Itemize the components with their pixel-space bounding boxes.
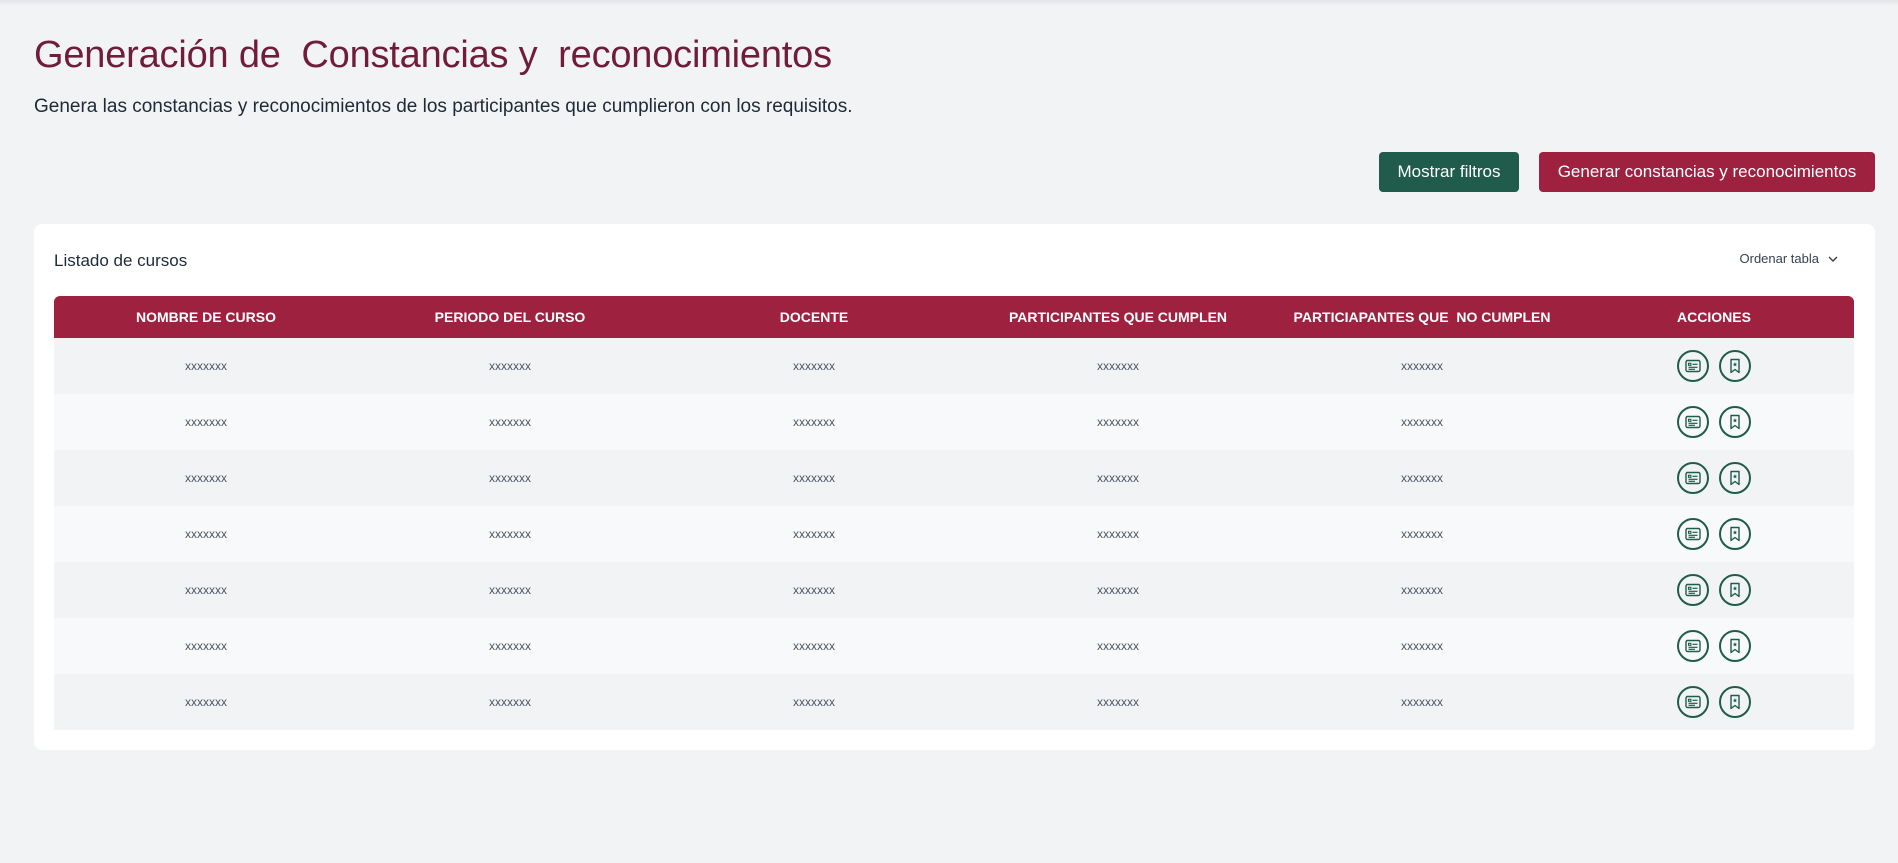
col-teacher-header: DOCENTE [779,309,849,325]
sort-table-dropdown[interactable]: Ordenar tabla [1740,251,1840,266]
row-actions [1574,462,1854,494]
col-course-name-cell: xxxxxxx [185,527,227,541]
col-course-period-cell: xxxxxxx [489,359,531,373]
col-course-period-cell: xxxxxxx [489,415,531,429]
bookmark-icon [1730,414,1740,430]
col-participants-not-meet-cell: xxxxxxx [1401,583,1443,597]
row-actions [1574,350,1854,382]
courses-card: Listado de cursos Ordenar tabla NOMBRE D… [34,224,1875,750]
col-participants-meet-cell: xxxxxxx [1097,639,1139,653]
col-participants-not-meet-cell: xxxxxxx [1401,527,1443,541]
col-teacher-cell: xxxxxxx [793,639,835,653]
generate-certificate-button[interactable] [1677,350,1709,382]
certificate-icon [1685,359,1701,373]
col-course-period-cell: xxxxxxx [489,583,531,597]
bookmark-icon [1730,358,1740,374]
row-actions [1574,630,1854,662]
generate-certificate-button[interactable] [1677,462,1709,494]
col-teacher-cell: xxxxxxx [793,583,835,597]
col-course-period-cell: xxxxxxx [489,527,531,541]
col-course-name-cell: xxxxxxx [185,471,227,485]
col-teacher-cell: xxxxxxx [793,471,835,485]
generate-recognition-button[interactable] [1719,350,1751,382]
col-teacher-cell: xxxxxxx [793,415,835,429]
bookmark-icon [1730,638,1740,654]
table-row: xxxxxxx xxxxxxx xxxxxxx xxxxxxx xxxxxxx [54,338,1854,394]
col-teacher-cell: xxxxxxx [793,527,835,541]
col-participants-not-meet-cell: xxxxxxx [1401,695,1443,709]
col-participants-meet-header: PARTICIPANTES QUE CUMPLEN [1008,309,1228,325]
row-actions [1574,574,1854,606]
generate-certificate-button[interactable] [1677,630,1709,662]
col-participants-meet-cell: xxxxxxx [1097,415,1139,429]
bookmark-icon [1730,470,1740,486]
col-participants-not-meet-cell: xxxxxxx [1401,359,1443,373]
chevron-down-icon [1828,256,1838,262]
generate-certificate-button[interactable] [1677,406,1709,438]
generate-recognition-button[interactable] [1719,406,1751,438]
certificate-icon [1685,415,1701,429]
certificate-icon [1685,695,1701,709]
col-course-period-cell: xxxxxxx [489,471,531,485]
col-course-name-cell: xxxxxxx [185,415,227,429]
page-title: Generación de Constancias y reconocimien… [34,34,832,76]
bookmark-icon [1730,526,1740,542]
col-course-period-cell: xxxxxxx [489,695,531,709]
certificate-icon [1685,527,1701,541]
generate-recognition-button[interactable] [1719,518,1751,550]
col-participants-meet-cell: xxxxxxx [1097,695,1139,709]
col-participants-not-meet-header: PARTICIAPANTES QUE NO CUMPLEN [1293,309,1551,325]
bookmark-icon [1730,582,1740,598]
top-shadow [0,0,1898,6]
table-body: xxxxxxx xxxxxxx xxxxxxx xxxxxxx xxxxxxx xxxxx… [54,338,1854,730]
courses-table: NOMBRE DE CURSO PERIODO DEL CURSO DOCENTE P… [54,296,1854,730]
table-header: NOMBRE DE CURSO PERIODO DEL CURSO DOCENTE P… [54,296,1854,338]
col-course-name-header: NOMBRE DE CURSO [135,309,276,325]
table-row: xxxxxxx xxxxxxx xxxxxxx xxxxxxx xxxxxxx [54,450,1854,506]
col-course-period-cell: xxxxxxx [489,639,531,653]
generate-certificate-button[interactable] [1677,518,1709,550]
certificate-icon [1685,471,1701,485]
table-row: xxxxxxx xxxxxxx xxxxxxx xxxxxxx xxxxxxx [54,506,1854,562]
col-participants-not-meet-cell: xxxxxxx [1401,639,1443,653]
row-actions [1574,686,1854,718]
sort-table-label: Ordenar tabla [1739,251,1820,266]
table-row: xxxxxxx xxxxxxx xxxxxxx xxxxxxx xxxxxxx [54,674,1854,730]
col-participants-meet-cell: xxxxxxx [1097,471,1139,485]
col-course-name-cell: xxxxxxx [185,359,227,373]
col-teacher-cell: xxxxxxx [793,359,835,373]
page-subtitle: Genera las constancias y reconocimientos… [34,96,853,117]
col-participants-not-meet-cell: xxxxxxx [1401,471,1443,485]
col-participants-meet-cell: xxxxxxx [1097,527,1139,541]
certificate-icon [1685,583,1701,597]
col-course-name-cell: xxxxxxx [185,583,227,597]
col-course-name-cell: xxxxxxx [185,695,227,709]
col-course-name-cell: xxxxxxx [185,639,227,653]
generate-certificate-button[interactable] [1677,686,1709,718]
generate-recognition-button[interactable] [1719,462,1751,494]
col-course-period-header: PERIODO DEL CURSO [434,309,586,325]
generate-certificates-button[interactable]: Generar constancias y reconocimientos [1539,152,1875,192]
col-participants-not-meet-cell: xxxxxxx [1401,415,1443,429]
generate-recognition-button[interactable] [1719,574,1751,606]
row-actions [1574,518,1854,550]
generate-recognition-button[interactable] [1719,686,1751,718]
row-actions [1574,406,1854,438]
certificate-icon [1685,639,1701,653]
generate-recognition-button[interactable] [1719,630,1751,662]
bookmark-icon [1730,694,1740,710]
col-participants-meet-cell: xxxxxxx [1097,359,1139,373]
generate-certificate-button[interactable] [1677,574,1709,606]
col-teacher-cell: xxxxxxx [793,695,835,709]
show-filters-button[interactable]: Mostrar filtros [1379,152,1519,192]
col-actions-header: ACCIONES [1677,309,1751,325]
table-row: xxxxxxx xxxxxxx xxxxxxx xxxxxxx xxxxxxx [54,562,1854,618]
table-row: xxxxxxx xxxxxxx xxxxxxx xxxxxxx xxxxxxx [54,618,1854,674]
col-participants-meet-cell: xxxxxxx [1097,583,1139,597]
card-title: Listado de cursos [54,251,188,270]
table-row: xxxxxxx xxxxxxx xxxxxxx xxxxxxx xxxxxxx [54,394,1854,450]
